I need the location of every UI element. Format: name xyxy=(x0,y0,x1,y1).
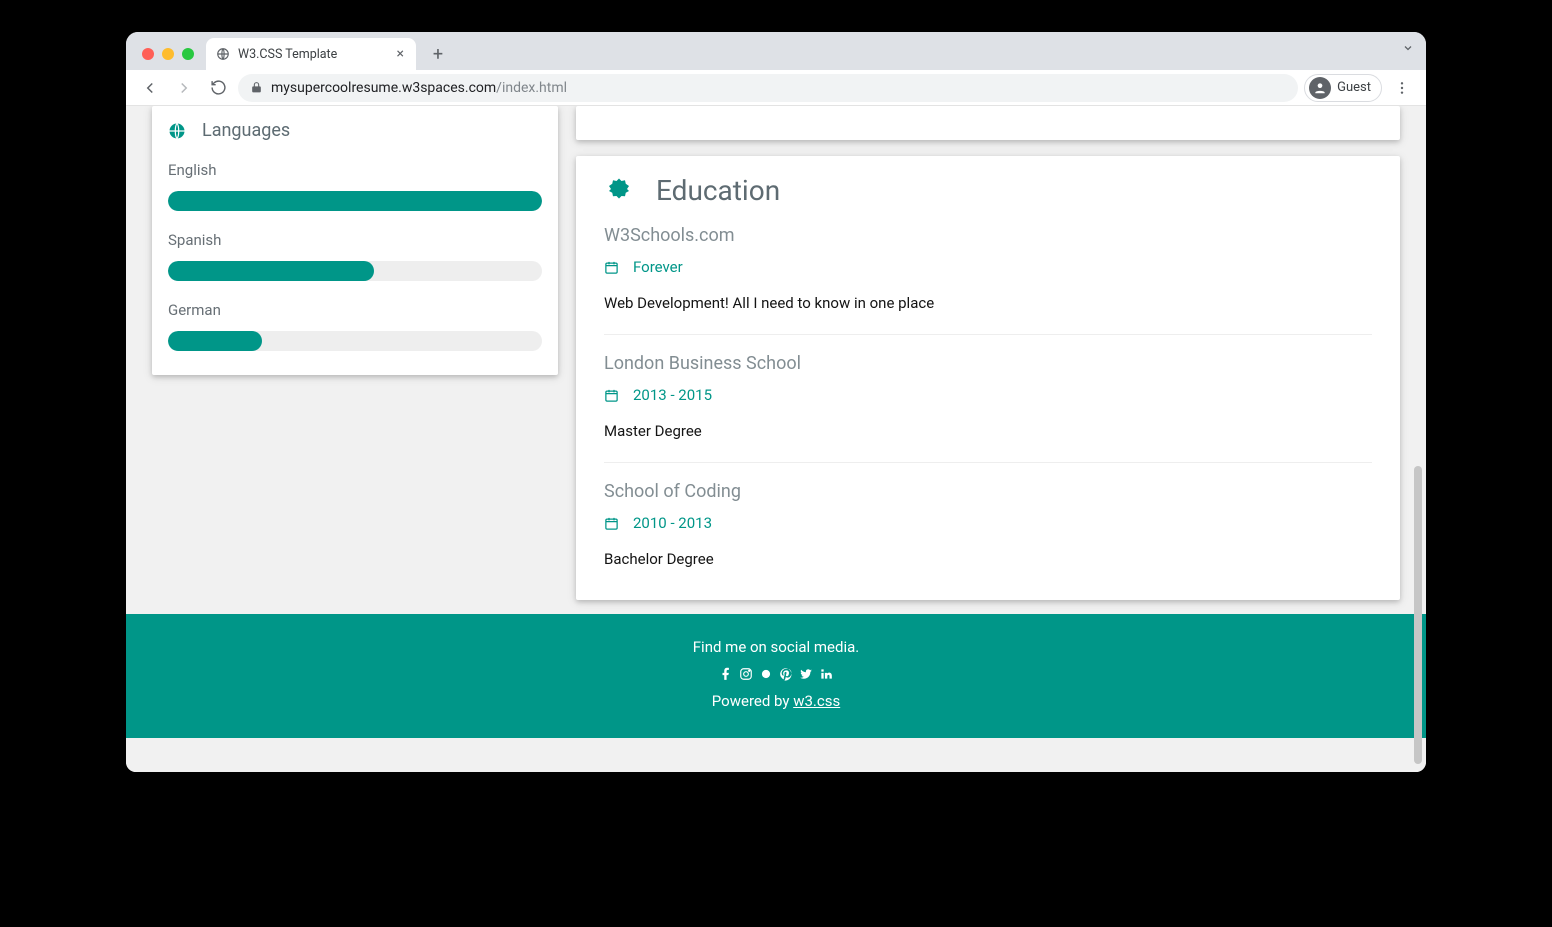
education-dates: 2010 - 2013 xyxy=(633,514,712,532)
chevron-down-icon[interactable] xyxy=(1402,42,1414,54)
footer-powered: Powered by w3.css xyxy=(126,692,1426,710)
education-heading: Education xyxy=(656,174,780,207)
profile-chip[interactable]: Guest xyxy=(1304,74,1382,102)
pinterest-icon[interactable] xyxy=(778,666,794,682)
url-path: /index.html xyxy=(496,80,567,96)
window-controls xyxy=(142,48,194,60)
globe-icon xyxy=(216,47,230,61)
calendar-icon xyxy=(604,260,619,275)
window-close-button[interactable] xyxy=(142,48,154,60)
browser-window: W3.CSS Template × + mysupercoolresume.w3… xyxy=(126,32,1426,772)
language-item: German xyxy=(152,295,558,357)
window-minimize-button[interactable] xyxy=(162,48,174,60)
reload-button[interactable] xyxy=(204,74,232,102)
language-name: English xyxy=(168,161,542,179)
calendar-icon xyxy=(604,516,619,531)
language-item: English xyxy=(152,155,558,225)
page-footer: Find me on social media. Powered by w3.c… xyxy=(126,614,1426,738)
languages-heading: Languages xyxy=(202,120,290,141)
education-description: Master Degree xyxy=(604,422,1372,440)
education-dates: 2013 - 2015 xyxy=(633,386,712,404)
education-entry: School of Coding 2010 - 2013 Bachelor De… xyxy=(604,463,1372,572)
profile-label: Guest xyxy=(1337,80,1371,95)
browser-tab-title: W3.CSS Template xyxy=(238,47,337,62)
education-dates: Forever xyxy=(633,258,683,276)
omnibox-url: mysupercoolresume.w3spaces.com/index.htm… xyxy=(271,80,567,96)
language-name: Spanish xyxy=(168,231,542,249)
education-entry: W3Schools.com Forever Web Development! A… xyxy=(604,207,1372,335)
instagram-icon[interactable] xyxy=(738,666,754,682)
certificate-icon xyxy=(604,176,634,206)
social-links xyxy=(126,666,1426,682)
twitter-icon[interactable] xyxy=(798,666,814,682)
education-entry: London Business School 2013 - 2015 Maste… xyxy=(604,335,1372,463)
education-school: School of Coding xyxy=(604,481,1372,502)
address-bar[interactable]: mysupercoolresume.w3spaces.com/index.htm… xyxy=(238,74,1298,102)
browser-tab[interactable]: W3.CSS Template × xyxy=(206,38,416,70)
url-host: mysupercoolresume.w3spaces.com xyxy=(271,80,496,96)
scrollbar[interactable] xyxy=(1414,466,1424,764)
snapchat-icon[interactable] xyxy=(758,666,774,682)
languages-card: Languages English Spanish German xyxy=(152,106,558,375)
browser-menu-button[interactable] xyxy=(1388,74,1416,102)
progress-bar xyxy=(168,191,542,211)
browser-toolbar: mysupercoolresume.w3spaces.com/index.htm… xyxy=(126,70,1426,106)
education-description: Web Development! All I need to know in o… xyxy=(604,294,1372,312)
previous-card-bottom xyxy=(576,106,1400,140)
page-viewport: Languages English Spanish German xyxy=(126,106,1426,772)
calendar-icon xyxy=(604,388,619,403)
facebook-icon[interactable] xyxy=(718,666,734,682)
linkedin-icon[interactable] xyxy=(818,666,834,682)
footer-find-me: Find me on social media. xyxy=(126,638,1426,656)
progress-bar xyxy=(168,261,542,281)
avatar-icon xyxy=(1309,77,1331,99)
browser-tab-strip: W3.CSS Template × + xyxy=(126,32,1426,70)
education-school: London Business School xyxy=(604,353,1372,374)
progress-bar xyxy=(168,331,542,351)
close-icon[interactable]: × xyxy=(395,47,406,61)
language-name: German xyxy=(168,301,542,319)
education-description: Bachelor Degree xyxy=(604,550,1372,568)
education-card: Education W3Schools.com Forever Web Deve… xyxy=(576,156,1400,600)
w3css-link[interactable]: w3.css xyxy=(793,692,840,710)
forward-button[interactable] xyxy=(170,74,198,102)
new-tab-button[interactable]: + xyxy=(424,40,452,68)
globe-icon xyxy=(168,122,186,140)
language-item: Spanish xyxy=(152,225,558,295)
lock-icon xyxy=(250,81,263,94)
education-school: W3Schools.com xyxy=(604,225,1372,246)
back-button[interactable] xyxy=(136,74,164,102)
window-zoom-button[interactable] xyxy=(182,48,194,60)
